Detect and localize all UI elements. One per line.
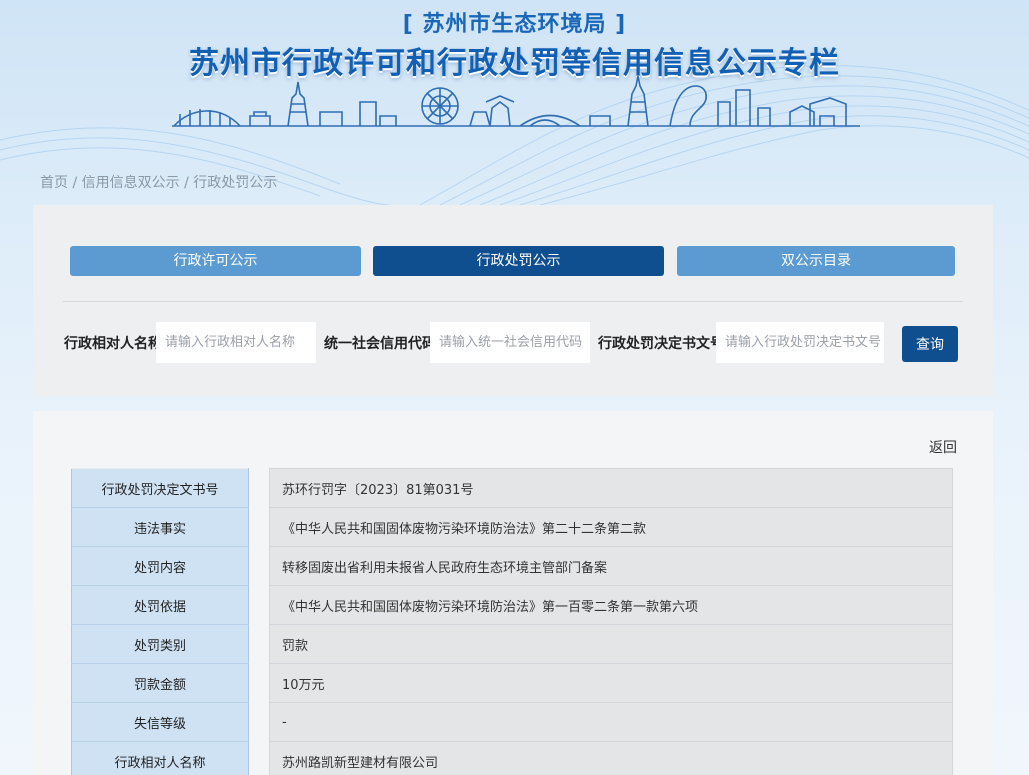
- row-key: 行政相对人名称: [71, 741, 249, 775]
- agency-subtitle: [ 苏州市生态环境局 ]: [402, 12, 627, 37]
- row-key: 失信等级: [71, 702, 249, 742]
- breadcrumb-credit-info[interactable]: 信用信息双公示: [82, 175, 180, 191]
- row-value: 罚款: [269, 624, 953, 664]
- row-key: 处罚类别: [71, 624, 249, 664]
- row-key: 处罚内容: [71, 546, 249, 586]
- table-row: 处罚依据 《中华人民共和国固体废物污染环境防治法》第一百零二条第一款第六项: [71, 585, 953, 625]
- row-key: 行政处罚决定文书号: [71, 468, 249, 508]
- credit-code-input[interactable]: [430, 322, 590, 363]
- penalty-detail-table: 行政处罚决定文书号 苏环行罚字〔2023〕81第031号 违法事实 《中华人民共…: [71, 468, 953, 775]
- table-row: 处罚类别 罚款: [71, 624, 953, 664]
- row-key: 罚款金额: [71, 663, 249, 703]
- table-row: 罚款金额 10万元: [71, 663, 953, 703]
- row-key: 处罚依据: [71, 585, 249, 625]
- breadcrumb-separator: /: [68, 175, 82, 191]
- detail-panel: 返回 行政处罚决定文书号 苏环行罚字〔2023〕81第031号 违法事实 《中华…: [33, 411, 993, 775]
- panel-divider: [63, 301, 963, 302]
- query-button[interactable]: 查询: [902, 326, 958, 362]
- breadcrumb-current: 行政处罚公示: [193, 175, 278, 191]
- row-value: 转移固废出省利用未报省人民政府生态环境主管部门备案: [269, 546, 953, 586]
- breadcrumb-home[interactable]: 首页: [40, 175, 68, 191]
- search-panel: 行政许可公示 行政处罚公示 双公示目录 行政相对人名称 统一社会信用代码 行政处…: [33, 205, 993, 396]
- row-value: 苏环行罚字〔2023〕81第031号: [269, 468, 953, 508]
- counterparty-name-label: 行政相对人名称: [64, 336, 162, 352]
- table-row: 违法事实 《中华人民共和国固体废物污染环境防治法》第二十二条第二款: [71, 507, 953, 547]
- row-key: 违法事实: [71, 507, 249, 547]
- breadcrumb-separator: /: [179, 175, 194, 191]
- table-row: 失信等级 -: [71, 702, 953, 742]
- row-value: 《中华人民共和国固体废物污染环境防治法》第一百零二条第一款第六项: [269, 585, 953, 625]
- table-row: 处罚内容 转移固废出省利用未报省人民政府生态环境主管部门备案: [71, 546, 953, 586]
- back-link[interactable]: 返回: [929, 437, 957, 457]
- decision-number-label: 行政处罚决定书文号: [598, 336, 724, 352]
- city-skyline-illustration: [172, 75, 860, 127]
- table-row: 行政相对人名称 苏州路凯新型建材有限公司: [71, 741, 953, 775]
- row-value: 10万元: [269, 663, 953, 703]
- row-value: 苏州路凯新型建材有限公司: [269, 741, 953, 775]
- breadcrumb: 首页 / 信用信息双公示 / 行政处罚公示: [40, 172, 277, 192]
- tab-administrative-penalty[interactable]: 行政处罚公示: [373, 246, 664, 276]
- row-value: -: [269, 702, 953, 742]
- counterparty-name-input[interactable]: [156, 322, 316, 363]
- table-row: 行政处罚决定文书号 苏环行罚字〔2023〕81第031号: [71, 468, 953, 508]
- decision-number-input[interactable]: [716, 322, 884, 363]
- row-value: 《中华人民共和国固体废物污染环境防治法》第二十二条第二款: [269, 507, 953, 547]
- tab-administrative-license[interactable]: 行政许可公示: [70, 246, 361, 276]
- tab-dual-disclosure-catalog[interactable]: 双公示目录: [677, 246, 955, 276]
- credit-code-label: 统一社会信用代码: [324, 336, 436, 352]
